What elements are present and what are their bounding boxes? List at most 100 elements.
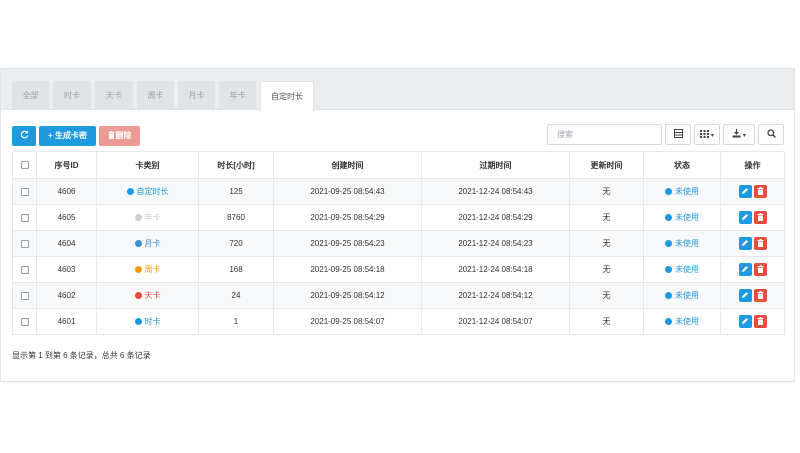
columns-dropdown-button[interactable]: ▾ [694, 124, 720, 145]
pencil-icon [742, 266, 748, 272]
expire-time: 2021-12-24 08:54:29 [421, 204, 570, 231]
column-header[interactable]: 创建时间 [273, 151, 422, 179]
toggle-view-button[interactable] [665, 124, 691, 145]
column-header[interactable]: 卡类别 [96, 151, 199, 179]
tab-day-card[interactable]: 天卡 [95, 81, 133, 110]
column-header[interactable]: 更新时间 [569, 151, 644, 179]
delete-row-button[interactable] [753, 289, 767, 302]
card-type-cell: 年卡 [96, 204, 199, 231]
tab-hour-card[interactable]: 时卡 [53, 81, 91, 110]
table-row: 4604 月卡 720 2021-09-25 08:54:23 2021-12-… [12, 230, 785, 257]
row-checkbox[interactable] [20, 239, 29, 248]
edit-button[interactable] [738, 289, 752, 302]
updated-time: 无 [569, 178, 644, 205]
tab-month-card[interactable]: 月卡 [178, 81, 215, 110]
created-time: 2021-09-25 08:54:12 [273, 282, 422, 309]
search-button[interactable] [758, 124, 784, 145]
column-header[interactable]: 状态 [643, 151, 721, 179]
updated-time: 无 [569, 204, 644, 231]
select-all-checkbox[interactable] [20, 161, 29, 170]
updated-time: 无 [569, 256, 644, 283]
card-type: 年卡 [144, 213, 161, 222]
card-hours: 720 [198, 230, 274, 257]
column-header[interactable]: 序号ID [36, 151, 97, 179]
tab-week-card[interactable]: 周卡 [137, 81, 174, 110]
status-cell: 未使用 [643, 308, 721, 335]
row-select-cell [12, 178, 37, 205]
type-dot-icon [134, 240, 142, 247]
status-cell: 未使用 [643, 204, 721, 231]
column-header[interactable]: 过期时间 [421, 151, 570, 179]
created-time: 2021-09-25 08:54:18 [273, 256, 422, 283]
column-header[interactable]: 时长[小时] [198, 151, 274, 179]
export-dropdown-button[interactable]: ▾ [723, 124, 755, 145]
expire-time: 2021-12-24 08:54:07 [421, 308, 570, 335]
status-badge: 未使用 [675, 213, 699, 222]
table-header-row: 序号ID 卡类别 时长[小时] 创建时间 过期时间 更新时间 状态 操作 [12, 151, 785, 179]
delete-row-button[interactable] [753, 237, 767, 250]
table-row: 4602 天卡 24 2021-09-25 08:54:12 2021-12-2… [12, 282, 785, 309]
edit-button[interactable] [738, 237, 752, 250]
card-type-cell: 天卡 [96, 282, 199, 309]
card-hours: 24 [198, 282, 274, 309]
refresh-button[interactable] [12, 126, 36, 146]
refresh-icon [20, 130, 28, 139]
card-id: 4602 [36, 282, 97, 309]
expire-time: 2021-12-24 08:54:18 [421, 256, 570, 283]
card-type: 天卡 [144, 291, 161, 300]
actions-cell [720, 308, 785, 335]
created-time: 2021-09-25 08:54:29 [273, 204, 422, 231]
row-checkbox[interactable] [20, 317, 29, 326]
generate-card-button[interactable]: + 生成卡密 [39, 126, 96, 146]
updated-time: 无 [569, 308, 644, 335]
row-checkbox[interactable] [20, 213, 29, 222]
edit-button[interactable] [738, 315, 752, 328]
tab-all[interactable]: 全部 [12, 81, 49, 110]
row-select-cell [12, 282, 37, 309]
status-dot-icon [665, 318, 672, 325]
search-input[interactable]: 搜索 [547, 124, 662, 145]
row-select-cell [12, 204, 37, 231]
columns-icon [700, 130, 710, 138]
status-dot-icon [665, 214, 672, 221]
created-time: 2021-09-25 08:54:43 [273, 178, 422, 205]
status-badge: 未使用 [675, 187, 699, 196]
created-time: 2021-09-25 08:54:23 [273, 230, 422, 257]
trash-icon [757, 213, 763, 221]
pencil-icon [742, 188, 748, 194]
delete-row-button[interactable] [753, 211, 767, 224]
expire-time: 2021-12-24 08:54:23 [421, 230, 570, 257]
card-table: 序号ID 卡类别 时长[小时] 创建时间 过期时间 更新时间 状态 操作 460… [12, 151, 785, 335]
tab-year-card[interactable]: 年卡 [219, 81, 256, 110]
status-cell: 未使用 [643, 178, 721, 205]
type-dot-icon [134, 318, 142, 325]
edit-button[interactable] [738, 263, 752, 276]
type-dot-icon [134, 292, 142, 299]
delete-row-button[interactable] [753, 315, 767, 328]
delete-button[interactable]: 删除 [99, 126, 140, 146]
card-type: 月卡 [144, 239, 161, 248]
type-dot-icon [134, 266, 142, 273]
status-badge: 未使用 [675, 291, 699, 300]
row-checkbox[interactable] [20, 291, 29, 300]
card-id: 4601 [36, 308, 97, 335]
actions-cell [720, 282, 785, 309]
card-type-cell: 周卡 [96, 256, 199, 283]
status-dot-icon [665, 240, 672, 247]
row-checkbox[interactable] [20, 265, 29, 274]
pencil-icon [742, 240, 748, 246]
tab-custom-duration[interactable]: 自定时长 [260, 81, 314, 111]
edit-button[interactable] [738, 211, 752, 224]
card-id: 4604 [36, 230, 97, 257]
card-id: 4606 [36, 178, 97, 205]
delete-row-button[interactable] [753, 263, 767, 276]
card-id: 4605 [36, 204, 97, 231]
expire-time: 2021-12-24 08:54:43 [421, 178, 570, 205]
card-hours: 125 [198, 178, 274, 205]
status-dot-icon [665, 292, 672, 299]
column-header: 操作 [720, 151, 785, 179]
delete-row-button[interactable] [753, 185, 767, 198]
edit-button[interactable] [738, 185, 752, 198]
status-dot-icon [665, 188, 672, 195]
row-checkbox[interactable] [20, 187, 29, 196]
